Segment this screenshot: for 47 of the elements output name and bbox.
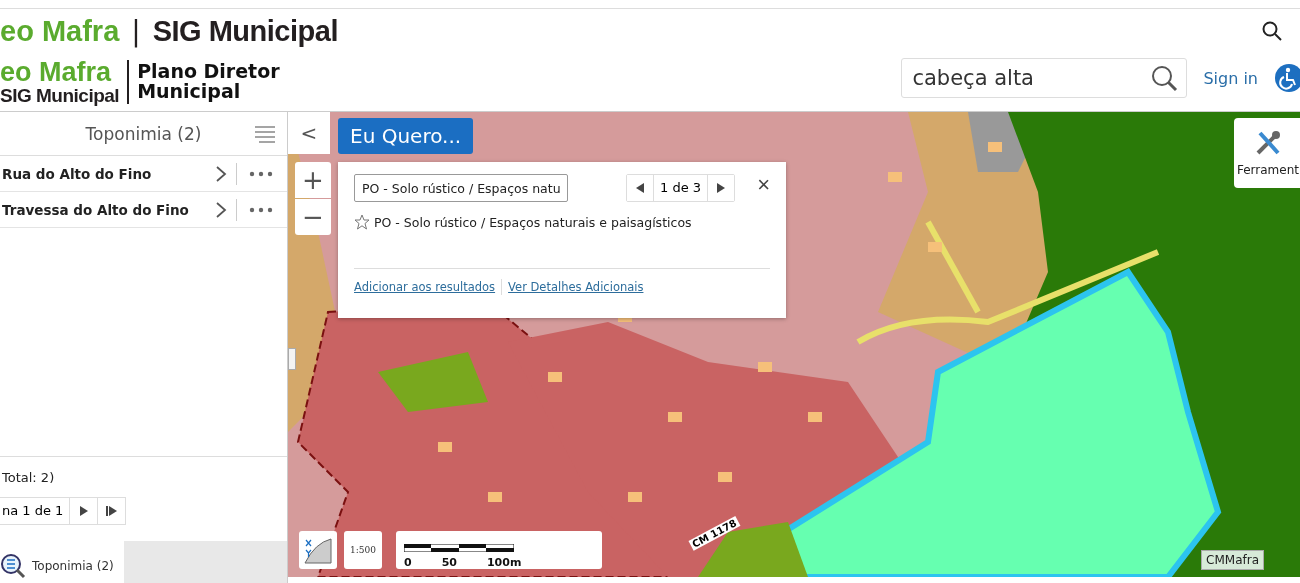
chevron-right-icon[interactable] bbox=[215, 200, 227, 219]
chevron-right-icon[interactable] bbox=[215, 164, 227, 183]
skip-end-icon bbox=[105, 505, 118, 517]
app-title: Plano Diretor bbox=[137, 62, 280, 82]
triangle-left-icon[interactable] bbox=[635, 182, 645, 194]
panel-tab[interactable]: Toponimia (2) bbox=[0, 541, 124, 583]
tools-icon bbox=[1254, 129, 1282, 157]
next-page-button[interactable] bbox=[70, 497, 99, 525]
tools-button[interactable]: Ferrament bbox=[1234, 118, 1300, 188]
logo-separator: | bbox=[131, 14, 141, 48]
search-field[interactable]: cabeça alta bbox=[901, 58, 1188, 98]
zoom-in-button[interactable]: + bbox=[295, 162, 331, 198]
close-button[interactable]: × bbox=[757, 172, 770, 198]
play-icon[interactable] bbox=[78, 505, 89, 517]
search-icon[interactable] bbox=[1262, 21, 1282, 41]
popup-link[interactable]: Adicionar aos resultados bbox=[354, 280, 496, 294]
search-list-icon bbox=[0, 553, 26, 579]
layer-select[interactable]: PO - Solo rústico / Espaços natu bbox=[354, 174, 568, 202]
logo-text: eo Mafra bbox=[0, 59, 113, 86]
logo-text: eo Mafra bbox=[0, 14, 120, 48]
scale-button[interactable]: 1:500 bbox=[344, 531, 382, 569]
popup-link[interactable]: Ver Detalhes Adicionais bbox=[508, 280, 644, 294]
map-attribution: CMMafra bbox=[1201, 550, 1264, 570]
scale-label: 100m bbox=[486, 556, 522, 569]
more-icon[interactable] bbox=[249, 170, 273, 177]
feature-title: PO - Solo rústico / Espaços naturais e paisagísticos bbox=[374, 214, 692, 230]
app-title: Municipal bbox=[137, 82, 242, 102]
splitter-handle[interactable] bbox=[288, 348, 296, 370]
logo-text: SIG Municipal bbox=[152, 14, 338, 48]
zoom-out-button[interactable]: − bbox=[295, 199, 331, 235]
star-icon[interactable] bbox=[354, 214, 370, 230]
search-icon[interactable] bbox=[1150, 64, 1179, 92]
sign-in-link[interactable]: Sign in bbox=[1203, 68, 1258, 88]
more-icon[interactable] bbox=[249, 206, 273, 213]
logo-text: SIG Municipal bbox=[0, 86, 120, 105]
panel-title: Toponimia (2) bbox=[85, 123, 202, 144]
result-item[interactable]: Rua do Alto do Fino bbox=[2, 165, 215, 182]
scale-label: 50 bbox=[441, 556, 457, 569]
eu-quero-button[interactable]: Eu Quero... bbox=[338, 118, 474, 154]
total-count: Total: 2) bbox=[2, 470, 55, 485]
scale-label: 0 bbox=[404, 556, 412, 569]
last-page-button[interactable] bbox=[98, 497, 127, 525]
coordinates-button[interactable] bbox=[299, 531, 337, 569]
collapse-button[interactable]: < bbox=[288, 112, 330, 154]
result-item[interactable]: Travessa do Alto do Fino bbox=[2, 201, 215, 218]
accessibility-icon[interactable] bbox=[1274, 62, 1300, 94]
triangle-right-icon[interactable] bbox=[716, 182, 727, 194]
